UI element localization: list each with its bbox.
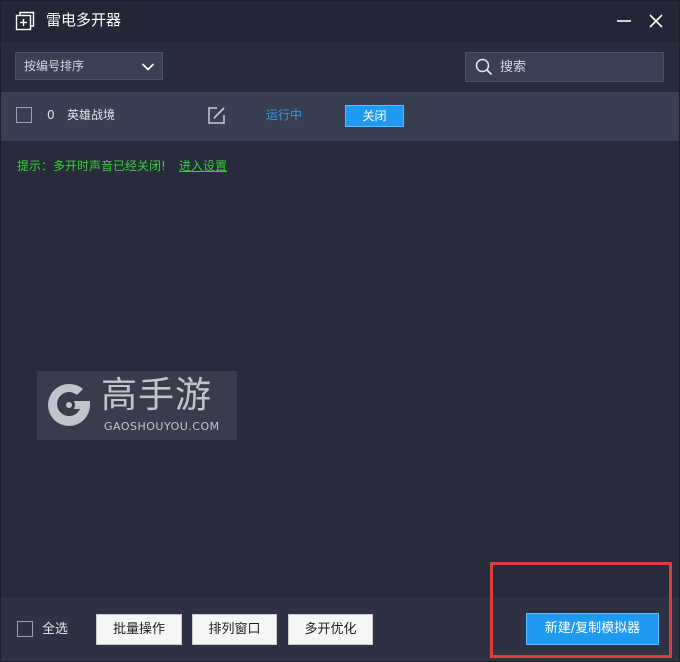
multi-optimize-button[interactable]: 多开优化 bbox=[288, 614, 373, 645]
sort-dropdown[interactable]: 按编号排序 bbox=[15, 52, 163, 80]
sort-dropdown-label: 按编号排序 bbox=[24, 59, 85, 73]
watermark-en: GAOSHOUYOU.COM bbox=[104, 420, 220, 433]
new-copy-emulator-button[interactable]: 新建/复制模拟器 bbox=[526, 613, 659, 645]
edit-icon[interactable] bbox=[207, 106, 226, 125]
close-instance-button[interactable]: 关闭 bbox=[345, 105, 404, 127]
close-icon[interactable] bbox=[645, 10, 667, 32]
title-bar: 雷电多开器 bbox=[0, 0, 680, 42]
toolbar: 按编号排序 bbox=[0, 42, 680, 92]
instance-row[interactable]: 0 英雄战境 运行中 关闭 bbox=[0, 92, 680, 141]
arrange-windows-button[interactable]: 排列窗口 bbox=[192, 614, 277, 645]
instance-index: 0 bbox=[47, 108, 55, 122]
enter-settings-link[interactable]: 进入设置 bbox=[179, 159, 227, 174]
instance-name: 英雄战境 bbox=[67, 108, 116, 122]
watermark: 高手游 GAOSHOUYOU.COM bbox=[37, 371, 237, 440]
watermark-cn: 高手游 bbox=[101, 375, 213, 416]
add-window-icon bbox=[15, 11, 35, 31]
window-title: 雷电多开器 bbox=[46, 11, 122, 29]
instance-checkbox[interactable] bbox=[16, 107, 32, 123]
sound-off-hint: 提示：多开时声音已经关闭! bbox=[17, 159, 166, 173]
search-icon[interactable] bbox=[475, 58, 493, 76]
search-box bbox=[465, 52, 664, 82]
search-input[interactable] bbox=[500, 57, 650, 77]
batch-operation-button[interactable]: 批量操作 bbox=[96, 614, 182, 645]
chevron-down-icon bbox=[141, 63, 155, 71]
select-all-checkbox[interactable] bbox=[17, 621, 33, 637]
minimize-icon[interactable] bbox=[613, 10, 635, 32]
instance-status: 运行中 bbox=[266, 108, 303, 122]
multi-instance-manager-window: 雷电多开器 按编号排序 0 英雄战境 bbox=[0, 0, 680, 662]
gaoshouyou-logo-icon bbox=[48, 383, 90, 426]
select-all-label[interactable]: 全选 bbox=[42, 622, 68, 638]
bottom-bar: 全选 批量操作 排列窗口 多开优化 新建/复制模拟器 bbox=[0, 597, 680, 662]
